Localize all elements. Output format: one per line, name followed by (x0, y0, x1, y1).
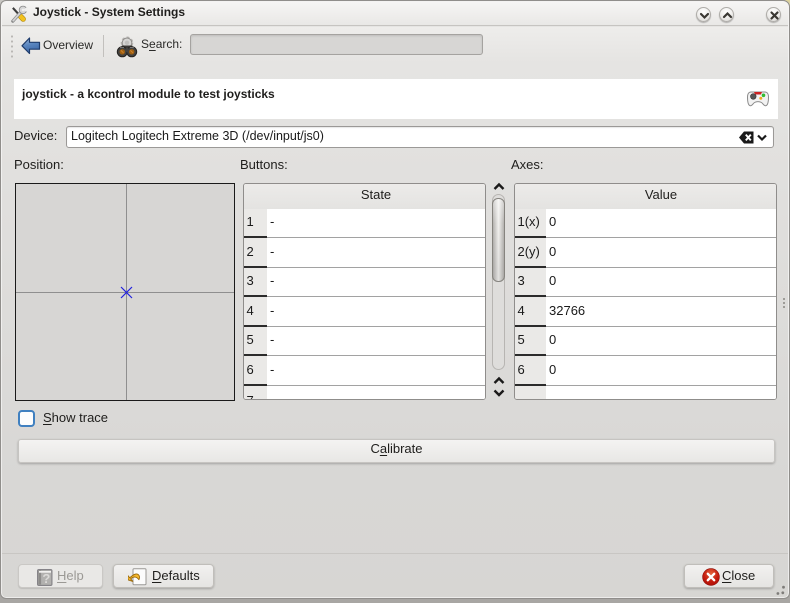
svg-text:?: ? (42, 571, 50, 586)
